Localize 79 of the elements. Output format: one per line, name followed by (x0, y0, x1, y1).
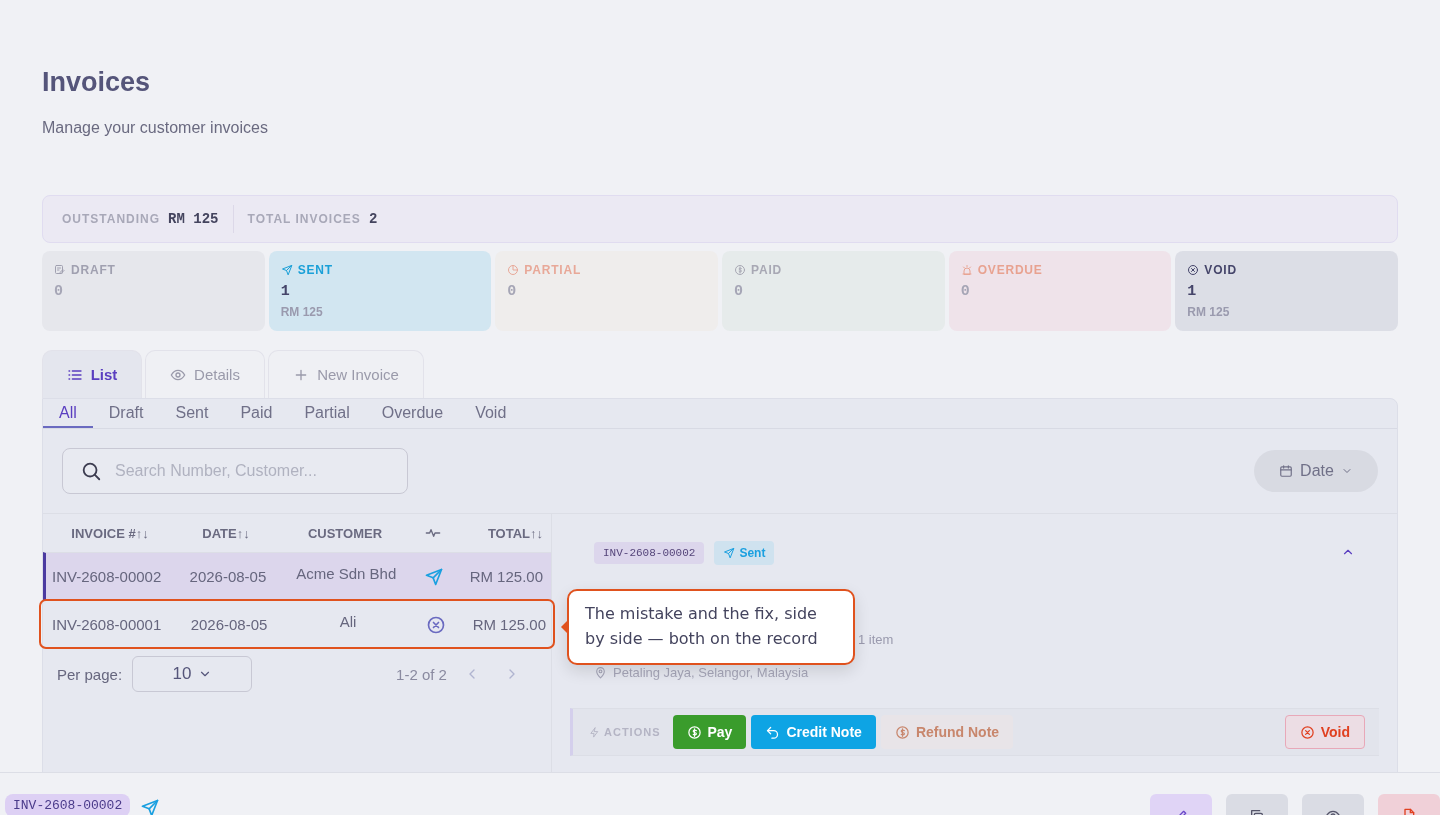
status-card[interactable]: DRAFT 0 (42, 251, 265, 331)
dollar-coin-icon (686, 724, 702, 740)
table-cell-text: Ali (338, 612, 358, 630)
page-subtitle: Manage your customer invoices (42, 119, 269, 137)
table-cell-text: INV-2608-00001 (51, 616, 163, 633)
invoice-number-badge: INV-2608-00002 (594, 542, 705, 564)
cross-circle-icon (1299, 724, 1315, 740)
send-icon (723, 547, 736, 559)
pie-icon (507, 264, 520, 276)
view-tab[interactable]: List (42, 350, 142, 398)
summary-label: TOTAL INVOICES (247, 212, 361, 226)
calendar-icon (1279, 464, 1294, 478)
page-title: Invoices (42, 66, 152, 98)
card-count: 0 (507, 283, 518, 300)
status-card[interactable]: PARTIAL 0 (495, 251, 718, 331)
card-amount: RM 125 (1187, 305, 1231, 319)
view-tab[interactable]: Details (145, 350, 265, 398)
filter-tab[interactable]: Partial (288, 399, 366, 428)
status-card[interactable]: SENT 1 RM 125 (268, 251, 492, 331)
card-count: 0 (54, 283, 64, 300)
action-button[interactable]: Credit Note (751, 715, 876, 749)
card-label: OVERDUE (977, 263, 1043, 277)
dollar-coin-icon (894, 724, 910, 740)
search-field[interactable]: Search Number, Customer... (62, 448, 408, 494)
card-label: PAID (751, 263, 782, 277)
column-header[interactable]: CUSTOMER (275, 525, 415, 541)
status-card[interactable]: VOID 1 RM 125 (1175, 251, 1399, 331)
send-icon (140, 798, 161, 815)
column-header[interactable]: DATE↑↓ (177, 525, 275, 541)
filter-tab[interactable]: All (43, 399, 93, 428)
page-range: 1-2 of 2 (396, 665, 447, 683)
dollar-coin-icon (734, 264, 746, 276)
card-label: DRAFT (71, 263, 116, 277)
action-button[interactable]: Pay (672, 715, 747, 749)
column-header[interactable]: TOTAL↑↓ (451, 525, 551, 541)
card-label: VOID (1204, 263, 1237, 277)
map-pin-icon (594, 665, 607, 679)
doc-pen-icon (54, 264, 66, 276)
card-label: SENT (297, 263, 333, 277)
column-header[interactable]: INVOICE #↑↓ (43, 525, 177, 541)
callout-text: The mistake and the fix, side by side — both on the record (585, 603, 819, 650)
table-cell-text: 2026-08-05 (189, 616, 269, 633)
alarm-icon (960, 264, 973, 276)
cross-circle-icon (426, 614, 446, 635)
summary-label: OUTSTANDING (62, 212, 161, 226)
status-label: Sent (739, 546, 766, 560)
per-page-label: Per page: (57, 665, 123, 683)
card-count: 1 (1187, 283, 1198, 300)
send-icon (280, 264, 293, 276)
per-page-select[interactable]: 10 (132, 656, 253, 692)
summary-value: RM 125 (168, 211, 219, 227)
card-count: 0 (960, 283, 971, 300)
lightning-icon (589, 726, 600, 738)
date-filter-button[interactable]: Date (1254, 450, 1378, 492)
card-count: 1 (280, 283, 291, 300)
card-label: PARTIAL (524, 263, 582, 277)
invoice-number-badge: INV-2608-00002 (5, 794, 131, 815)
send-icon (423, 566, 444, 587)
filter-tab[interactable]: Draft (92, 399, 160, 428)
filter-tab[interactable]: Void (459, 399, 523, 428)
table-cell-text: RM 125.00 (468, 568, 544, 585)
customer-address: Petaling Jaya, Selangor, Malaysia (613, 664, 809, 680)
action-button[interactable]: Void (1284, 715, 1365, 749)
filter-tab[interactable]: Sent (159, 399, 225, 428)
table-row[interactable]: INV-2608-00001 2026-08-05 Ali RM 125.00 (40, 600, 554, 648)
card-amount: RM 125 (280, 305, 324, 319)
table-cell-text: RM 125.00 (471, 616, 547, 633)
summary-value: 2 (368, 211, 378, 227)
filter-tab[interactable]: Paid (224, 399, 289, 428)
table-cell-text: 2026-08-05 (188, 568, 268, 585)
view-tab[interactable]: New Invoice (268, 350, 424, 398)
cross-circle-icon (1187, 264, 1200, 276)
item-count: 1 item (858, 632, 894, 648)
filter-tab[interactable]: Overdue (365, 399, 460, 428)
table-cell-text: Acme Sdn Bhd (295, 564, 398, 582)
undo-arrow-icon (765, 724, 781, 740)
table-cell-text: INV-2608-00002 (51, 568, 163, 585)
card-count: 0 (734, 283, 745, 300)
table-row[interactable]: INV-2608-00002 2026-08-05 Acme Sdn Bhd RM 125.00 (43, 552, 551, 600)
